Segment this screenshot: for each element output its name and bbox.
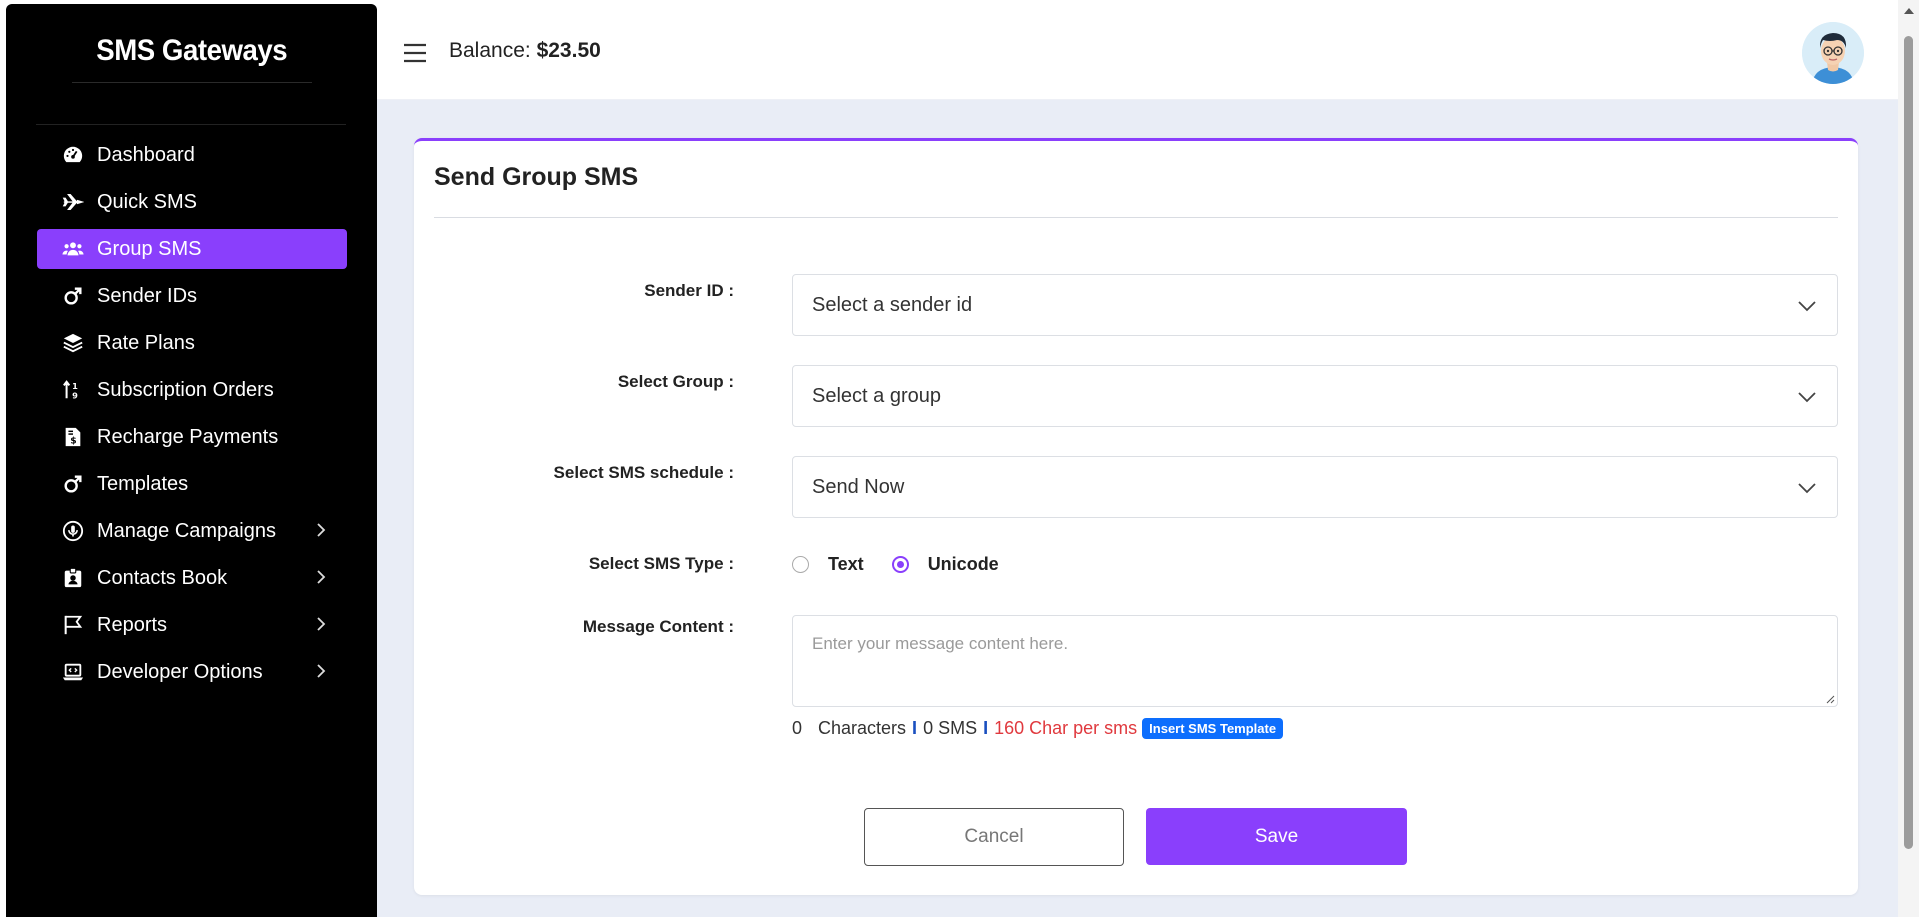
balance: Balance: $23.50 xyxy=(449,39,601,63)
message-content-textarea[interactable]: Enter your message content here. xyxy=(792,615,1838,707)
cancel-button[interactable]: Cancel xyxy=(864,808,1124,866)
char-count: 0 xyxy=(792,718,803,738)
sidebar-item-label: Sender IDs xyxy=(97,284,198,307)
chevron-right-icon xyxy=(317,523,326,537)
sidebar-item-quick-sms[interactable]: Quick SMS xyxy=(37,182,347,222)
sidebar-item-dashboard[interactable]: Dashboard xyxy=(37,135,347,175)
hamburger-menu-icon[interactable] xyxy=(403,42,427,64)
sidebar-item-label: Manage Campaigns xyxy=(97,519,276,542)
sidebar-item-group-sms[interactable]: Group SMS xyxy=(37,229,347,269)
sms-schedule-select[interactable]: Send Now xyxy=(792,456,1838,518)
sidebar-item-subscription-orders[interactable]: 19 Subscription Orders xyxy=(37,370,347,410)
message-content-label: Message Content : xyxy=(582,617,734,636)
chevron-down-icon xyxy=(1798,301,1816,312)
sender-id-label: Sender ID : xyxy=(644,281,734,300)
sidebar-item-label: Templates xyxy=(97,472,189,495)
topbar: Balance: $23.50 xyxy=(377,4,1898,100)
sidebar-item-label: Developer Options xyxy=(97,660,263,683)
chevron-right-icon xyxy=(317,570,326,584)
sms-type-label: Select SMS Type : xyxy=(588,554,734,573)
sort-icon: 19 xyxy=(62,379,84,401)
brand-title: SMS Gateways xyxy=(96,33,287,67)
svg-text:9: 9 xyxy=(72,390,78,400)
chars-per-sms: 160 Char per sms xyxy=(994,718,1138,738)
sender-id-value: Select a sender id xyxy=(812,293,973,316)
layers-icon xyxy=(62,332,84,354)
group-value: Select a group xyxy=(812,384,941,407)
plane-icon xyxy=(62,191,84,213)
mars-icon xyxy=(62,285,84,307)
id-badge-icon xyxy=(62,567,84,589)
counter-separator: I xyxy=(983,718,989,738)
title-divider xyxy=(434,217,1838,218)
circle-mic-icon xyxy=(62,520,84,542)
select-group-label: Select Group : xyxy=(617,372,734,391)
insert-sms-template-button[interactable]: Insert SMS Template xyxy=(1142,718,1284,739)
invoice-dollar-icon: $ xyxy=(62,426,84,448)
sidebar-item-label: Reports xyxy=(97,613,168,636)
user-avatar-icon xyxy=(1802,22,1864,84)
chevron-down-icon xyxy=(1798,483,1816,494)
sidebar-item-label: Quick SMS xyxy=(97,190,198,213)
gauge-icon xyxy=(62,144,84,166)
sidebar-item-templates[interactable]: Templates xyxy=(37,464,347,504)
sms-type-text-radio[interactable] xyxy=(792,556,809,573)
sidebar-item-recharge-payments[interactable]: $ Recharge Payments xyxy=(37,417,347,457)
group-select[interactable]: Select a group xyxy=(792,365,1838,427)
sms-type-text-label[interactable]: Text xyxy=(828,554,864,575)
sidebar-item-label: Contacts Book xyxy=(97,566,228,589)
brand-divider xyxy=(71,81,312,83)
save-button[interactable]: Save xyxy=(1146,808,1407,865)
page-scrollbar[interactable] xyxy=(1898,0,1919,917)
scrollbar-thumb[interactable] xyxy=(1904,36,1913,849)
avatar[interactable] xyxy=(1802,22,1864,84)
sidebar-item-contacts-book[interactable]: Contacts Book xyxy=(37,558,347,598)
balance-label: Balance: xyxy=(449,39,531,62)
sms-type-unicode-label[interactable]: Unicode xyxy=(928,554,999,575)
chevron-right-icon xyxy=(317,617,326,631)
sms-type-unicode-radio[interactable] xyxy=(891,556,909,573)
counter-separator: I xyxy=(912,718,918,738)
mars-icon xyxy=(62,473,84,495)
sms-schedule-value: Send Now xyxy=(812,475,905,498)
page-title: Send Group SMS xyxy=(434,163,639,191)
sidebar: SMS Gateways Dashboard Quick SMS Group S… xyxy=(6,4,377,917)
main-content: Send Group SMS Sender ID : Select a send… xyxy=(377,100,1898,917)
sidebar-item-label: Group SMS xyxy=(97,237,202,260)
resize-handle-icon[interactable] xyxy=(1825,694,1835,704)
sidebar-item-label: Rate Plans xyxy=(97,331,195,354)
sidebar-item-rate-plans[interactable]: Rate Plans xyxy=(37,323,347,363)
sidebar-divider xyxy=(36,124,346,125)
users-icon xyxy=(62,238,84,260)
sidebar-item-developer-options[interactable]: Developer Options xyxy=(37,652,347,692)
message-counter: 0 Characters I 0 SMS I 160 Char per sms … xyxy=(792,718,1284,739)
sender-id-select[interactable]: Select a sender id xyxy=(792,274,1838,336)
balance-value: $23.50 xyxy=(536,39,601,62)
sidebar-item-label: Dashboard xyxy=(97,143,195,166)
sidebar-item-reports[interactable]: Reports xyxy=(37,605,347,645)
sidebar-item-sender-ids[interactable]: Sender IDs xyxy=(37,276,347,316)
chevron-down-icon xyxy=(1798,392,1816,403)
sidebar-item-label: Recharge Payments xyxy=(97,425,279,448)
scroll-up-arrow-icon[interactable] xyxy=(1904,8,1914,14)
sms-type-radio-group: Text Unicode xyxy=(792,554,1027,575)
send-group-sms-card: Send Group SMS Sender ID : Select a send… xyxy=(414,138,1858,895)
svg-text:$: $ xyxy=(70,435,76,446)
char-count-label: Characters xyxy=(818,718,907,738)
sidebar-item-label: Subscription Orders xyxy=(97,378,274,401)
sidebar-nav: Dashboard Quick SMS Group SMS Sender IDs… xyxy=(37,135,347,699)
sidebar-item-manage-campaigns[interactable]: Manage Campaigns xyxy=(37,511,347,551)
brand: SMS Gateways xyxy=(6,4,377,106)
flag-icon xyxy=(62,614,84,636)
chevron-right-icon xyxy=(317,664,326,678)
laptop-code-icon xyxy=(62,661,84,683)
sms-schedule-label: Select SMS schedule : xyxy=(553,463,734,482)
sms-count: 0 SMS xyxy=(923,718,978,738)
message-content-placeholder: Enter your message content here. xyxy=(812,634,1069,653)
